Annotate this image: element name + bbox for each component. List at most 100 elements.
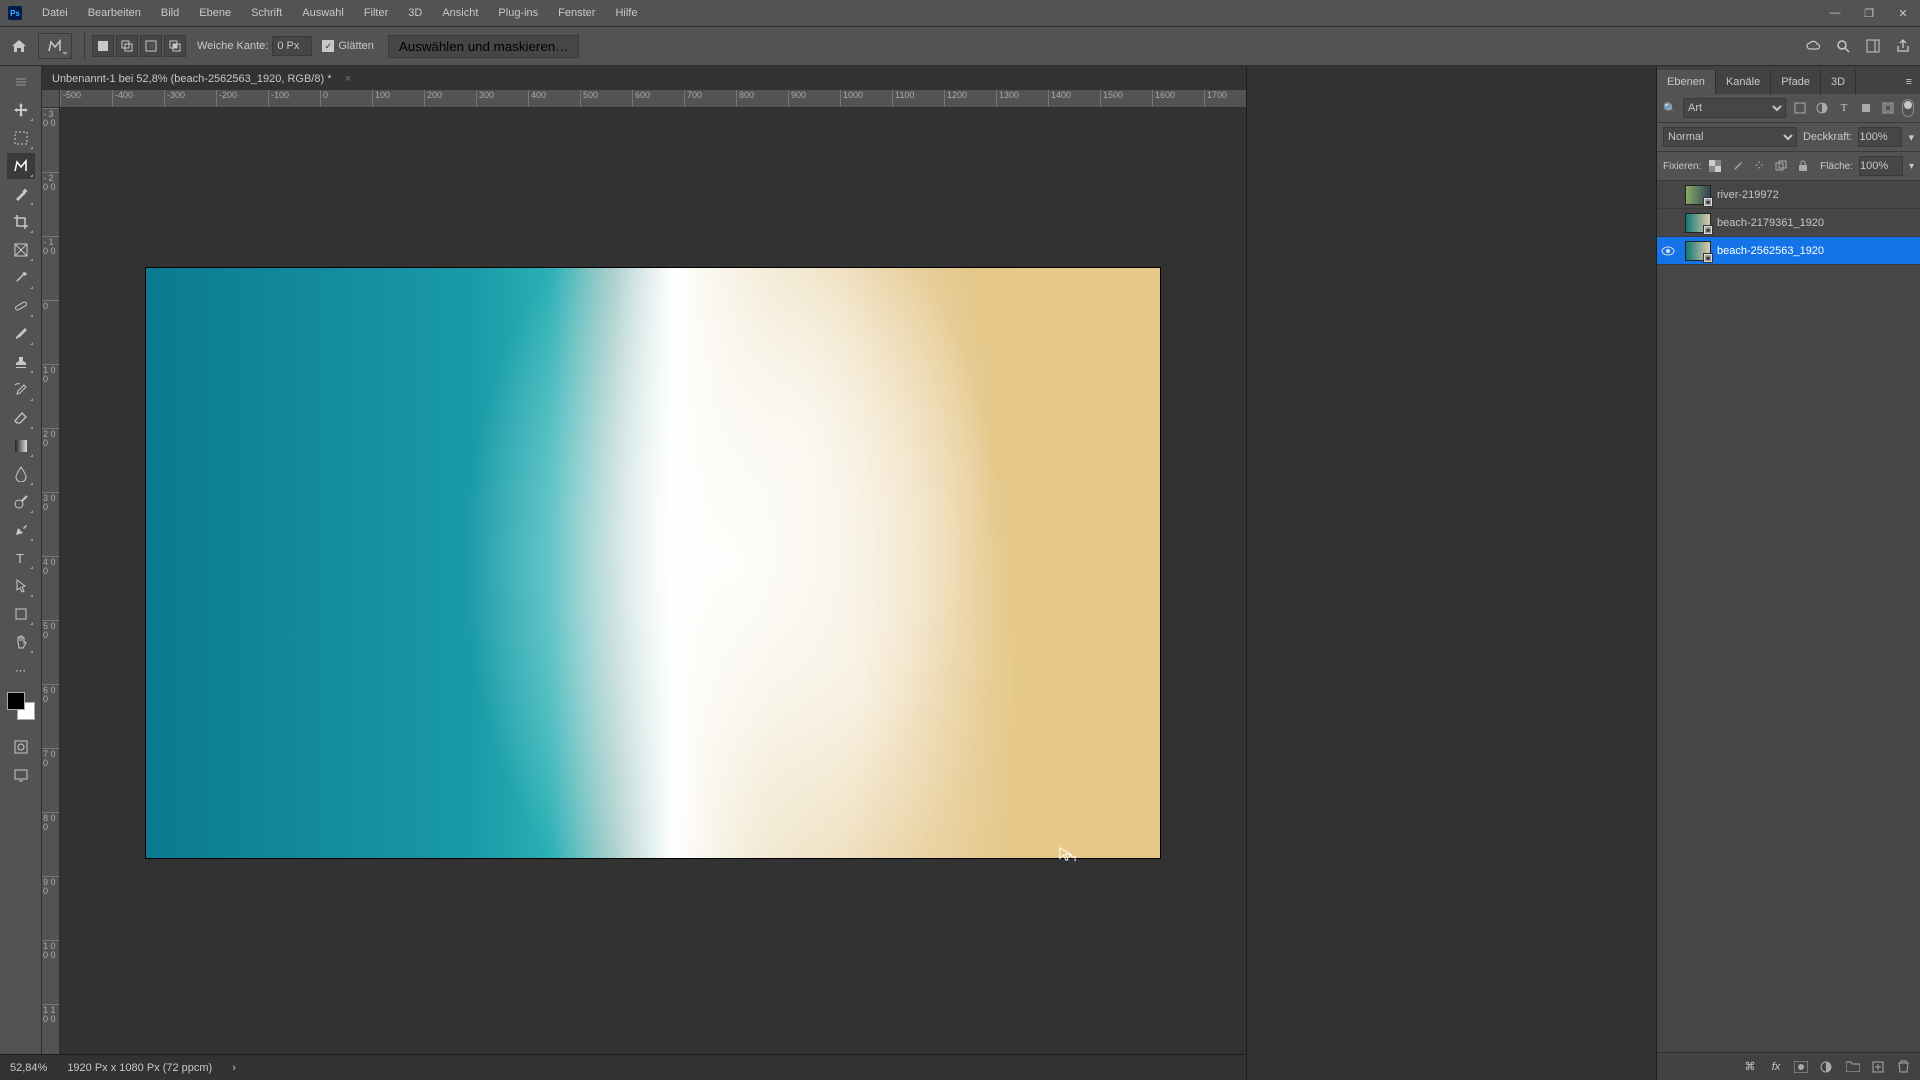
marquee-tool[interactable] (7, 125, 35, 151)
color-swatches[interactable] (7, 692, 35, 720)
filter-adjustment-icon[interactable] (1814, 100, 1830, 116)
lock-pixels-button[interactable] (1729, 158, 1745, 174)
selection-add-button[interactable] (116, 35, 138, 57)
search-app-button[interactable] (1832, 35, 1854, 57)
magic-wand-tool[interactable] (7, 181, 35, 207)
move-tool[interactable] (7, 97, 35, 123)
new-layer-button[interactable] (1872, 1061, 1888, 1073)
filter-shape-icon[interactable] (1858, 100, 1874, 116)
gradient-tool[interactable] (7, 433, 35, 459)
layer-visibility-toggle[interactable] (1661, 246, 1679, 256)
hand-tool[interactable] (7, 629, 35, 655)
crop-tool[interactable] (7, 209, 35, 235)
workspace-switcher-button[interactable] (1862, 35, 1884, 57)
new-adjustment-layer-button[interactable] (1820, 1061, 1836, 1073)
antialias-checkbox[interactable]: ✓ Glätten (322, 40, 373, 52)
filter-pixel-icon[interactable] (1792, 100, 1808, 116)
menu-auswahl[interactable]: Auswahl (292, 0, 354, 26)
new-group-button[interactable] (1846, 1061, 1862, 1072)
layer-row[interactable]: ▣ beach-2562563_1920 (1657, 237, 1920, 265)
status-chevron-button[interactable]: › (232, 1062, 236, 1074)
menu-ansicht[interactable]: Ansicht (432, 0, 488, 26)
eraser-tool[interactable] (7, 405, 35, 431)
zoom-level-display[interactable]: 52,84% (10, 1062, 47, 1074)
selection-intersect-button[interactable] (164, 35, 186, 57)
menu-ebene[interactable]: Ebene (189, 0, 241, 26)
toolbox-grip[interactable] (7, 69, 35, 95)
artboard-image[interactable] (146, 268, 1160, 858)
window-minimize-button[interactable]: ― (1818, 0, 1852, 26)
menu-bild[interactable]: Bild (151, 0, 189, 26)
brush-tool[interactable] (7, 321, 35, 347)
healing-brush-tool[interactable] (7, 293, 35, 319)
feather-input[interactable] (272, 36, 312, 56)
layer-name[interactable]: beach-2179361_1920 (1717, 217, 1824, 229)
fill-input[interactable] (1859, 156, 1903, 176)
panel-tab-kanaele[interactable]: Kanäle (1716, 70, 1771, 94)
dodge-tool[interactable] (7, 489, 35, 515)
panel-menu-button[interactable]: ≡ (1898, 70, 1920, 94)
layer-name[interactable]: beach-2562563_1920 (1717, 245, 1824, 257)
horizontal-ruler[interactable]: -500-400-300-200-10001002003004005006007… (60, 90, 1246, 108)
blur-tool[interactable] (7, 461, 35, 487)
shape-tool[interactable] (7, 601, 35, 627)
blend-mode-select[interactable]: Normal (1663, 127, 1797, 147)
filter-type-icon[interactable]: T (1836, 100, 1852, 116)
layer-name[interactable]: river-219972 (1717, 189, 1779, 201)
menu-3d[interactable]: 3D (398, 0, 432, 26)
eyedropper-tool[interactable] (7, 265, 35, 291)
layer-style-button[interactable]: fx (1768, 1061, 1784, 1073)
layer-row[interactable]: ▣ river-219972 (1657, 181, 1920, 209)
add-mask-button[interactable] (1794, 1061, 1810, 1073)
pen-tool[interactable] (7, 517, 35, 543)
panel-tab-ebenen[interactable]: Ebenen (1657, 70, 1716, 94)
layer-thumbnail[interactable]: ▣ (1685, 241, 1711, 261)
filter-smart-icon[interactable] (1880, 100, 1896, 116)
menu-filter[interactable]: Filter (354, 0, 398, 26)
quick-mask-toggle[interactable] (7, 734, 35, 760)
path-selection-tool[interactable] (7, 573, 35, 599)
fill-chevron-icon[interactable]: ▾ (1909, 161, 1914, 172)
select-and-mask-button[interactable]: Auswählen und maskieren… (388, 35, 580, 58)
type-tool[interactable]: T (7, 545, 35, 571)
foreground-color-swatch[interactable] (7, 692, 25, 710)
document-dimensions-display[interactable]: 1920 Px x 1080 Px (72 ppcm) (67, 1062, 212, 1074)
lasso-tool[interactable] (7, 153, 35, 179)
cloud-sync-button[interactable] (1802, 35, 1824, 57)
lock-position-button[interactable] (1751, 158, 1767, 174)
selection-subtract-button[interactable] (140, 35, 162, 57)
menu-bearbeiten[interactable]: Bearbeiten (78, 0, 151, 26)
screen-mode-toggle[interactable] (7, 762, 35, 788)
layer-row[interactable]: ▣ beach-2179361_1920 (1657, 209, 1920, 237)
window-restore-button[interactable]: ❐ (1852, 0, 1886, 26)
filter-toggle-switch[interactable] (1902, 99, 1914, 117)
share-button[interactable] (1892, 35, 1914, 57)
lock-transparency-button[interactable] (1707, 158, 1723, 174)
lock-all-button[interactable] (1795, 158, 1811, 174)
opacity-input[interactable] (1858, 127, 1902, 147)
layer-filter-kind-select[interactable]: Art (1683, 98, 1786, 118)
menu-schrift[interactable]: Schrift (241, 0, 292, 26)
menu-datei[interactable]: Datei (32, 0, 78, 26)
more-tools-button[interactable]: ⋯ (7, 657, 35, 683)
window-close-button[interactable]: ✕ (1886, 0, 1920, 26)
layer-thumbnail[interactable]: ▣ (1685, 185, 1711, 205)
selection-new-button[interactable] (92, 35, 114, 57)
lock-nesting-button[interactable] (1773, 158, 1789, 174)
document-tab[interactable]: Unbenannt-1 bei 52,8% (beach-2562563_192… (42, 66, 359, 90)
panel-tab-pfade[interactable]: Pfade (1771, 70, 1821, 94)
current-tool-preset-dropdown[interactable] (38, 33, 72, 59)
ruler-origin[interactable] (42, 90, 60, 108)
panel-tab-3d[interactable]: 3D (1821, 70, 1856, 94)
history-brush-tool[interactable] (7, 377, 35, 403)
vertical-ruler[interactable]: - 3 0 0- 2 0 0- 1 0 001 0 02 0 03 0 04 0… (42, 108, 60, 1054)
canvas-viewport[interactable] (60, 108, 1246, 1054)
menu-fenster[interactable]: Fenster (548, 0, 605, 26)
opacity-chevron-icon[interactable]: ▾ (1908, 131, 1914, 144)
layer-thumbnail[interactable]: ▣ (1685, 213, 1711, 233)
clone-stamp-tool[interactable] (7, 349, 35, 375)
delete-layer-button[interactable] (1898, 1060, 1914, 1073)
close-tab-button[interactable]: × (345, 73, 351, 85)
frame-tool[interactable] (7, 237, 35, 263)
menu-hilfe[interactable]: Hilfe (605, 0, 647, 26)
